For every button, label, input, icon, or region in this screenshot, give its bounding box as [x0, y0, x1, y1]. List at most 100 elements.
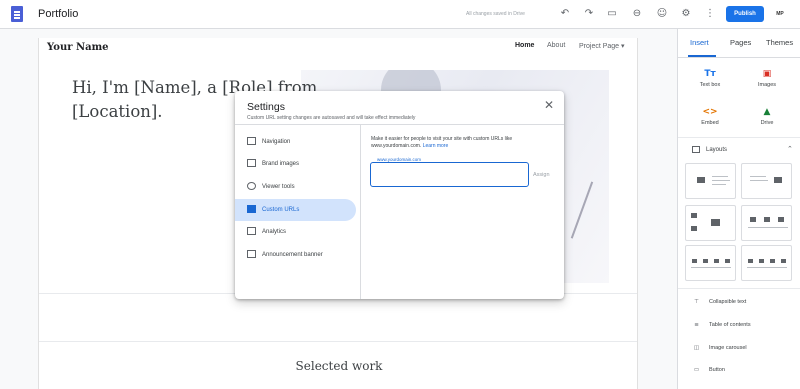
info-icon — [247, 182, 256, 191]
insert-embed-label: Embed — [701, 120, 719, 126]
more-options-icon[interactable]: ⋮ — [704, 8, 716, 20]
component-table-of-contents[interactable]: ≡ Table of contents — [692, 322, 751, 328]
layout-image-placeholder — [748, 259, 753, 263]
top-bar: Portfolio All changes saved in Drive ↶ ↷… — [0, 0, 800, 29]
component-table-of-contents-label: Table of contents — [709, 322, 751, 328]
insert-text-box[interactable]: Tт Text box — [686, 68, 734, 88]
tab-insert[interactable]: Insert — [690, 38, 709, 47]
brand-image-icon — [247, 159, 256, 168]
component-image-carousel-label: Image carousel — [709, 345, 747, 351]
component-button[interactable]: ▭ Button — [692, 367, 725, 373]
layout-image-placeholder — [764, 217, 770, 222]
save-status: All changes saved in Drive — [466, 11, 525, 17]
divider — [678, 57, 800, 58]
settings-nav-viewer-tools[interactable]: Viewer tools — [235, 176, 356, 198]
settings-nav-brand-images-label: Brand images — [262, 161, 300, 167]
analytics-icon — [247, 227, 256, 236]
layout-option[interactable] — [741, 245, 792, 281]
settings-nav-analytics-label: Analytics — [262, 229, 287, 235]
button-icon: ▭ — [693, 367, 700, 373]
divider — [360, 125, 361, 299]
insert-text-box-label: Text box — [699, 82, 721, 88]
layout-text-line — [691, 267, 731, 268]
image-icon: ▣ — [762, 69, 772, 79]
component-image-carousel[interactable]: ◫ Image carousel — [692, 345, 747, 351]
layout-image-placeholder — [774, 177, 782, 183]
layouts-label: Layouts — [706, 147, 728, 154]
layout-option[interactable] — [685, 205, 736, 241]
preview-devices-icon[interactable]: ▭ — [606, 8, 618, 20]
layout-image-placeholder — [750, 217, 756, 222]
layout-option[interactable] — [741, 205, 792, 241]
layout-option[interactable] — [685, 163, 736, 199]
publish-button[interactable]: Publish — [726, 6, 764, 22]
layout-image-placeholder — [778, 217, 784, 222]
text-box-icon: Tт — [704, 69, 716, 79]
sites-logo-icon[interactable] — [11, 6, 23, 22]
layout-image-placeholder — [697, 177, 705, 183]
layout-image-placeholder — [759, 259, 764, 263]
undo-icon[interactable]: ↶ — [559, 8, 571, 20]
layout-image-placeholder — [711, 219, 720, 226]
dialog-title: Settings — [247, 101, 285, 113]
nav-link-home[interactable]: Home — [515, 42, 534, 49]
settings-nav-custom-urls-label: Custom URLs — [262, 207, 300, 213]
collapsible-icon: ⊤ — [694, 299, 699, 305]
component-collapsible-text[interactable]: ⊤ Collapsible text — [692, 299, 746, 305]
layout-text-line — [712, 184, 726, 185]
layout-text-line — [712, 180, 730, 181]
layout-text-line — [747, 267, 787, 268]
settings-nav-announcement-banner[interactable]: Announcement banner — [235, 244, 356, 266]
settings-gear-icon[interactable]: ⚙ — [680, 8, 692, 20]
layout-option[interactable] — [741, 163, 792, 199]
site-title[interactable]: Portfolio — [38, 8, 78, 20]
site-name[interactable]: Your Name — [47, 42, 109, 53]
layout-image-placeholder — [691, 226, 697, 231]
settings-nav-analytics[interactable]: Analytics — [235, 221, 356, 243]
list-icon: ≡ — [694, 322, 699, 328]
settings-nav-brand-images[interactable]: Brand images — [235, 153, 356, 175]
assign-button[interactable]: Assign — [533, 172, 550, 178]
nav-link-about[interactable]: About — [547, 42, 565, 49]
announcement-icon — [247, 250, 256, 259]
collapse-icon[interactable]: ⌃ — [787, 145, 793, 153]
custom-url-input-label: www.yourdomain.com — [375, 157, 424, 162]
insert-images-label: Images — [757, 82, 777, 88]
custom-url-input[interactable] — [370, 162, 529, 187]
layouts-header[interactable]: Layouts — [692, 146, 727, 153]
insert-drive[interactable]: ▲ Drive — [743, 106, 791, 126]
tab-pages[interactable]: Pages — [730, 38, 751, 47]
layout-image-placeholder — [781, 259, 786, 263]
navigation-icon — [247, 137, 256, 146]
layout-option[interactable] — [685, 245, 736, 281]
avatar[interactable]: MP — [773, 7, 787, 21]
drive-icon: ▲ — [763, 107, 771, 117]
close-icon[interactable]: ✕ — [544, 98, 554, 112]
nav-link-project-label: Project Page — [579, 43, 620, 50]
embed-code-icon: <> — [702, 107, 718, 117]
settings-dialog: Settings Custom URL setting changes are … — [235, 91, 564, 299]
insert-embed[interactable]: <> Embed — [686, 106, 734, 126]
settings-nav-navigation-label: Navigation — [262, 139, 291, 145]
hero-image-line — [570, 181, 593, 239]
nav-link-project[interactable]: Project Page ▾ — [579, 42, 625, 50]
link-icon[interactable]: ⊖ — [631, 8, 643, 20]
custom-url-icon — [247, 205, 256, 214]
share-icon[interactable]: ☺ — [656, 8, 668, 20]
insert-images[interactable]: ▣ Images — [743, 68, 791, 88]
insert-drive-label: Drive — [760, 120, 774, 126]
layout-image-placeholder — [725, 259, 730, 263]
settings-nav-viewer-tools-label: Viewer tools — [262, 184, 295, 190]
layouts-icon — [692, 146, 700, 153]
tab-themes[interactable]: Themes — [766, 38, 793, 47]
settings-nav-navigation[interactable]: Navigation — [235, 131, 356, 153]
layout-text-line — [750, 180, 768, 181]
section-divider — [39, 341, 637, 342]
settings-nav-announcement-banner-label: Announcement banner — [262, 252, 323, 258]
redo-icon[interactable]: ↷ — [583, 8, 595, 20]
section-heading[interactable]: Selected work — [39, 359, 639, 373]
settings-nav-custom-urls[interactable]: Custom URLs — [235, 199, 356, 221]
chevron-down-icon: ▾ — [621, 43, 625, 50]
divider — [678, 288, 800, 289]
learn-more-link[interactable]: Learn more — [423, 143, 449, 149]
